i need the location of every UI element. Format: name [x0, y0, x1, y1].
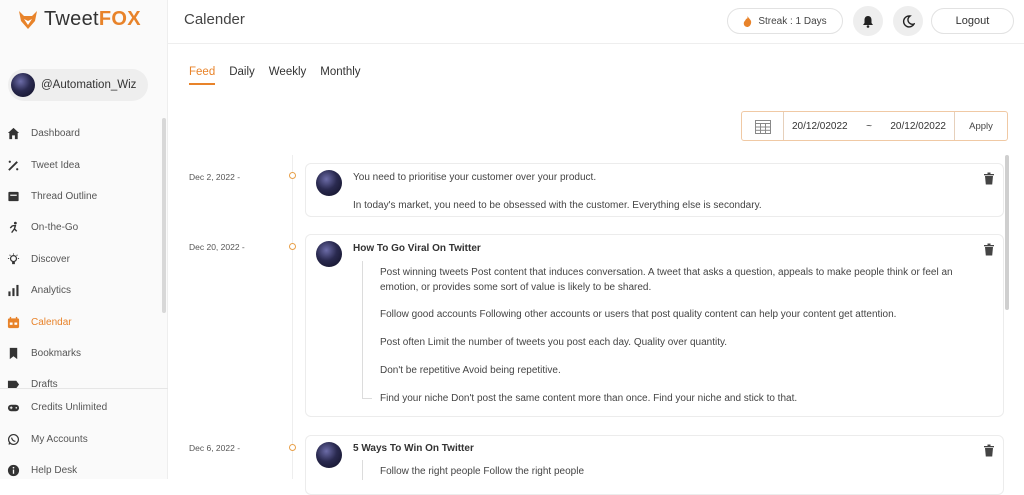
- trash-icon[interactable]: [983, 172, 995, 185]
- card-line: You need to prioritise your customer ove…: [353, 172, 597, 183]
- date-from[interactable]: 20/12/02022: [792, 121, 848, 132]
- wand-icon: [6, 158, 20, 172]
- account-switcher[interactable]: @Automation_Wiz: [8, 69, 148, 101]
- sidebar-item-help-desk[interactable]: Help Desk: [0, 455, 168, 486]
- sidebar-item-bookmarks[interactable]: Bookmarks: [0, 338, 168, 369]
- calendar-icon: [6, 315, 20, 329]
- avatar: [316, 442, 342, 468]
- brand-logo[interactable]: TweetFOX: [18, 8, 141, 31]
- date-picker-button[interactable]: [742, 112, 784, 140]
- brand-name: TweetFOX: [44, 8, 141, 30]
- feed-date: Dec 20, 2022 -: [189, 242, 245, 252]
- card-title: 5 Ways To Win On Twitter: [353, 443, 474, 454]
- main-scrollbar[interactable]: [1005, 155, 1009, 310]
- tab-monthly[interactable]: Monthly: [320, 66, 360, 85]
- feed-date: Dec 2, 2022 -: [189, 172, 241, 182]
- thread-connector-end: [362, 398, 372, 399]
- sidebar-nav: Dashboard Tweet Idea Thread Outline On-the-…: [0, 118, 168, 388]
- sidebar-item-discover[interactable]: Discover: [0, 244, 168, 275]
- thread-point: Post often Limit the number of tweets yo…: [380, 337, 728, 348]
- avatar: [316, 170, 342, 196]
- trash-icon[interactable]: [983, 243, 995, 256]
- date-range-filter: 20/12/02022 ~ 20/12/02022 Apply: [741, 111, 1008, 141]
- home-icon: [6, 127, 20, 141]
- timeline-dot: [289, 444, 296, 451]
- card-line: In today's market, you need to be obsess…: [353, 200, 762, 211]
- sidebar: TweetFOX @Automation_Wiz Dashboard Tweet …: [0, 0, 168, 479]
- user-handle: @Automation_Wiz: [41, 79, 137, 91]
- timeline-dot: [289, 172, 296, 179]
- apply-button[interactable]: Apply: [955, 112, 1007, 140]
- sidebar-item-analytics[interactable]: Analytics: [0, 275, 168, 306]
- sidebar-item-label: Tweet Idea: [31, 159, 80, 171]
- sidebar-bottom-nav: Credits Unlimited My Accounts Help Desk: [0, 388, 168, 486]
- bookmark-icon: [6, 346, 20, 360]
- thread-connector: [362, 261, 363, 399]
- feed-card[interactable]: How To Go Viral On Twitter Post winning …: [305, 234, 1004, 417]
- thread-point: Don't be repetitive Avoid being repetiti…: [380, 365, 561, 376]
- info-icon: [6, 463, 20, 477]
- sidebar-item-label: Drafts: [31, 379, 58, 388]
- sidebar-item-dashboard[interactable]: Dashboard: [0, 118, 168, 149]
- sidebar-item-thread-outline[interactable]: Thread Outline: [0, 181, 168, 212]
- trash-icon[interactable]: [983, 444, 995, 457]
- sidebar-item-drafts[interactable]: Drafts: [0, 369, 168, 388]
- sidebar-item-on-the-go[interactable]: On-the-Go: [0, 212, 168, 243]
- sidebar-item-calendar[interactable]: Calendar: [0, 306, 168, 337]
- thread-point: Follow good accounts Following other acc…: [380, 309, 897, 320]
- sidebar-item-label: Discover: [31, 253, 70, 265]
- feed-card[interactable]: 5 Ways To Win On Twitter Follow the righ…: [305, 435, 1004, 495]
- sidebar-item-label: Calendar: [31, 316, 72, 328]
- thread-icon: [6, 189, 20, 203]
- streak-badge[interactable]: Streak : 1 Days: [727, 8, 843, 34]
- logout-button[interactable]: Logout: [931, 8, 1014, 34]
- sidebar-item-label: Help Desk: [31, 464, 78, 476]
- notifications-button[interactable]: [853, 6, 883, 36]
- date-separator: ~: [866, 120, 872, 132]
- thread-point: Find your niche Don't post the same cont…: [380, 393, 798, 404]
- sidebar-item-label: Analytics: [31, 285, 72, 297]
- sidebar-item-label: Credits Unlimited: [31, 402, 108, 414]
- avatar: [316, 241, 342, 267]
- top-bar: Calender Streak : 1 Days Logout: [168, 0, 1024, 44]
- runner-icon: [6, 221, 20, 235]
- theme-toggle-button[interactable]: [893, 6, 923, 36]
- sidebar-item-my-accounts[interactable]: My Accounts: [0, 423, 168, 454]
- feed-card[interactable]: You need to prioritise your customer ove…: [305, 163, 1004, 217]
- tab-daily[interactable]: Daily: [229, 66, 255, 85]
- flame-icon: [744, 15, 752, 27]
- sidebar-item-label: Thread Outline: [31, 190, 98, 202]
- fox-logo-icon: [19, 10, 37, 29]
- sidebar-item-label: My Accounts: [31, 433, 88, 445]
- sidebar-item-credits-unlimited[interactable]: Credits Unlimited: [0, 392, 168, 423]
- drafts-icon: [6, 378, 20, 388]
- moon-icon: [902, 14, 915, 28]
- date-to[interactable]: 20/12/02022: [890, 121, 946, 132]
- card-title: How To Go Viral On Twitter: [353, 243, 481, 254]
- streak-label: Streak : 1 Days: [758, 15, 827, 27]
- timeline-dot: [289, 243, 296, 250]
- sidebar-item-label: Dashboard: [31, 128, 80, 140]
- tab-weekly[interactable]: Weekly: [269, 66, 307, 85]
- sidebar-item-label: Bookmarks: [31, 347, 82, 359]
- bar-chart-icon: [6, 284, 20, 298]
- timeline-line: [292, 155, 293, 479]
- thread-connector: [362, 460, 363, 480]
- thread-point: Follow the right people Follow the right…: [380, 466, 585, 477]
- sidebar-item-label: On-the-Go: [31, 222, 79, 234]
- tab-feed[interactable]: Feed: [189, 66, 216, 85]
- date-range-values[interactable]: 20/12/02022 ~ 20/12/02022: [784, 112, 955, 140]
- page-title: Calender: [184, 11, 245, 28]
- thread-point: Post winning tweets Post content that in…: [380, 267, 953, 293]
- bulb-icon: [6, 252, 20, 266]
- avatar: [11, 73, 35, 97]
- sidebar-item-tweet-idea[interactable]: Tweet Idea: [0, 149, 168, 180]
- feed-date: Dec 6, 2022 -: [189, 443, 241, 453]
- view-tabs: Feed Daily Weekly Monthly: [189, 66, 375, 85]
- calendar-grid-icon: [754, 119, 771, 134]
- whatsapp-icon: [6, 432, 20, 446]
- sidebar-scrollbar[interactable]: [162, 118, 166, 313]
- bell-icon: [863, 15, 873, 28]
- gamepad-icon: [6, 401, 20, 415]
